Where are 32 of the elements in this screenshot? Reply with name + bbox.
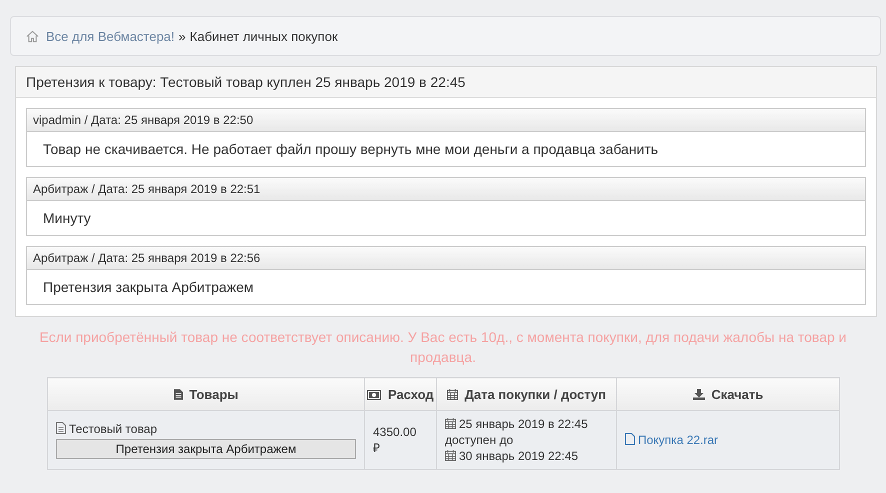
cost-amount: 4350.00 bbox=[373, 424, 418, 440]
document-icon bbox=[56, 422, 66, 434]
column-header: Скачать bbox=[616, 378, 840, 410]
currency-symbol: ₽ bbox=[373, 440, 381, 456]
message-header: Арбитраж / Дата: 25 января 2019 в 22:51 bbox=[27, 178, 865, 201]
access-label: доступен до bbox=[445, 432, 514, 448]
breadcrumb-current: Кабинет личных покупок bbox=[190, 28, 338, 44]
column-header: Расход bbox=[364, 378, 436, 410]
column-header: Товары bbox=[48, 378, 364, 410]
purchase-date: 25 январь 2019 в 22:45 bbox=[459, 417, 588, 431]
column-header: Дата покупки / доступ bbox=[436, 378, 616, 410]
banknote-icon bbox=[367, 390, 382, 400]
home-icon bbox=[26, 30, 39, 42]
calendar-icon bbox=[445, 450, 456, 461]
claim-status-button[interactable]: Претензия закрыта Арбитражем bbox=[56, 439, 356, 459]
message-text: Претензия закрыта Арбитражем bbox=[42, 278, 254, 297]
product-name: Тестовый товар bbox=[69, 422, 158, 436]
notice-text: Если приобретённый товар не соответствует описанию. У Вас есть 10д., с момента покупки, для подачи жалобы на товар и продавца. bbox=[38, 328, 848, 367]
message-header: vipadmin / Дата: 25 января 2019 в 22:50 bbox=[27, 109, 865, 132]
breadcrumb-separator: » bbox=[178, 28, 186, 44]
message-text: Товар не скачивается. Не работает файл прошу вернуть мне мои деньги а продавца забанить bbox=[42, 140, 660, 159]
download-icon bbox=[692, 388, 705, 400]
calendar-icon bbox=[445, 418, 456, 429]
claim-title: Претензия к товару: Тестовый товар куплен 25 январь 2019 в 22:45 bbox=[16, 67, 876, 98]
access-until-date: 30 январь 2019 22:45 bbox=[459, 449, 578, 463]
document-icon bbox=[174, 388, 183, 400]
home-link[interactable]: Все для Вебмастера! bbox=[46, 28, 175, 44]
file-icon bbox=[625, 433, 635, 445]
message-text: Минуту bbox=[42, 209, 92, 228]
download-link[interactable]: Покупка 22.rar bbox=[638, 433, 718, 447]
calendar-icon bbox=[446, 388, 458, 400]
message-header: Арбитраж / Дата: 25 января 2019 в 22:56 bbox=[27, 247, 865, 270]
